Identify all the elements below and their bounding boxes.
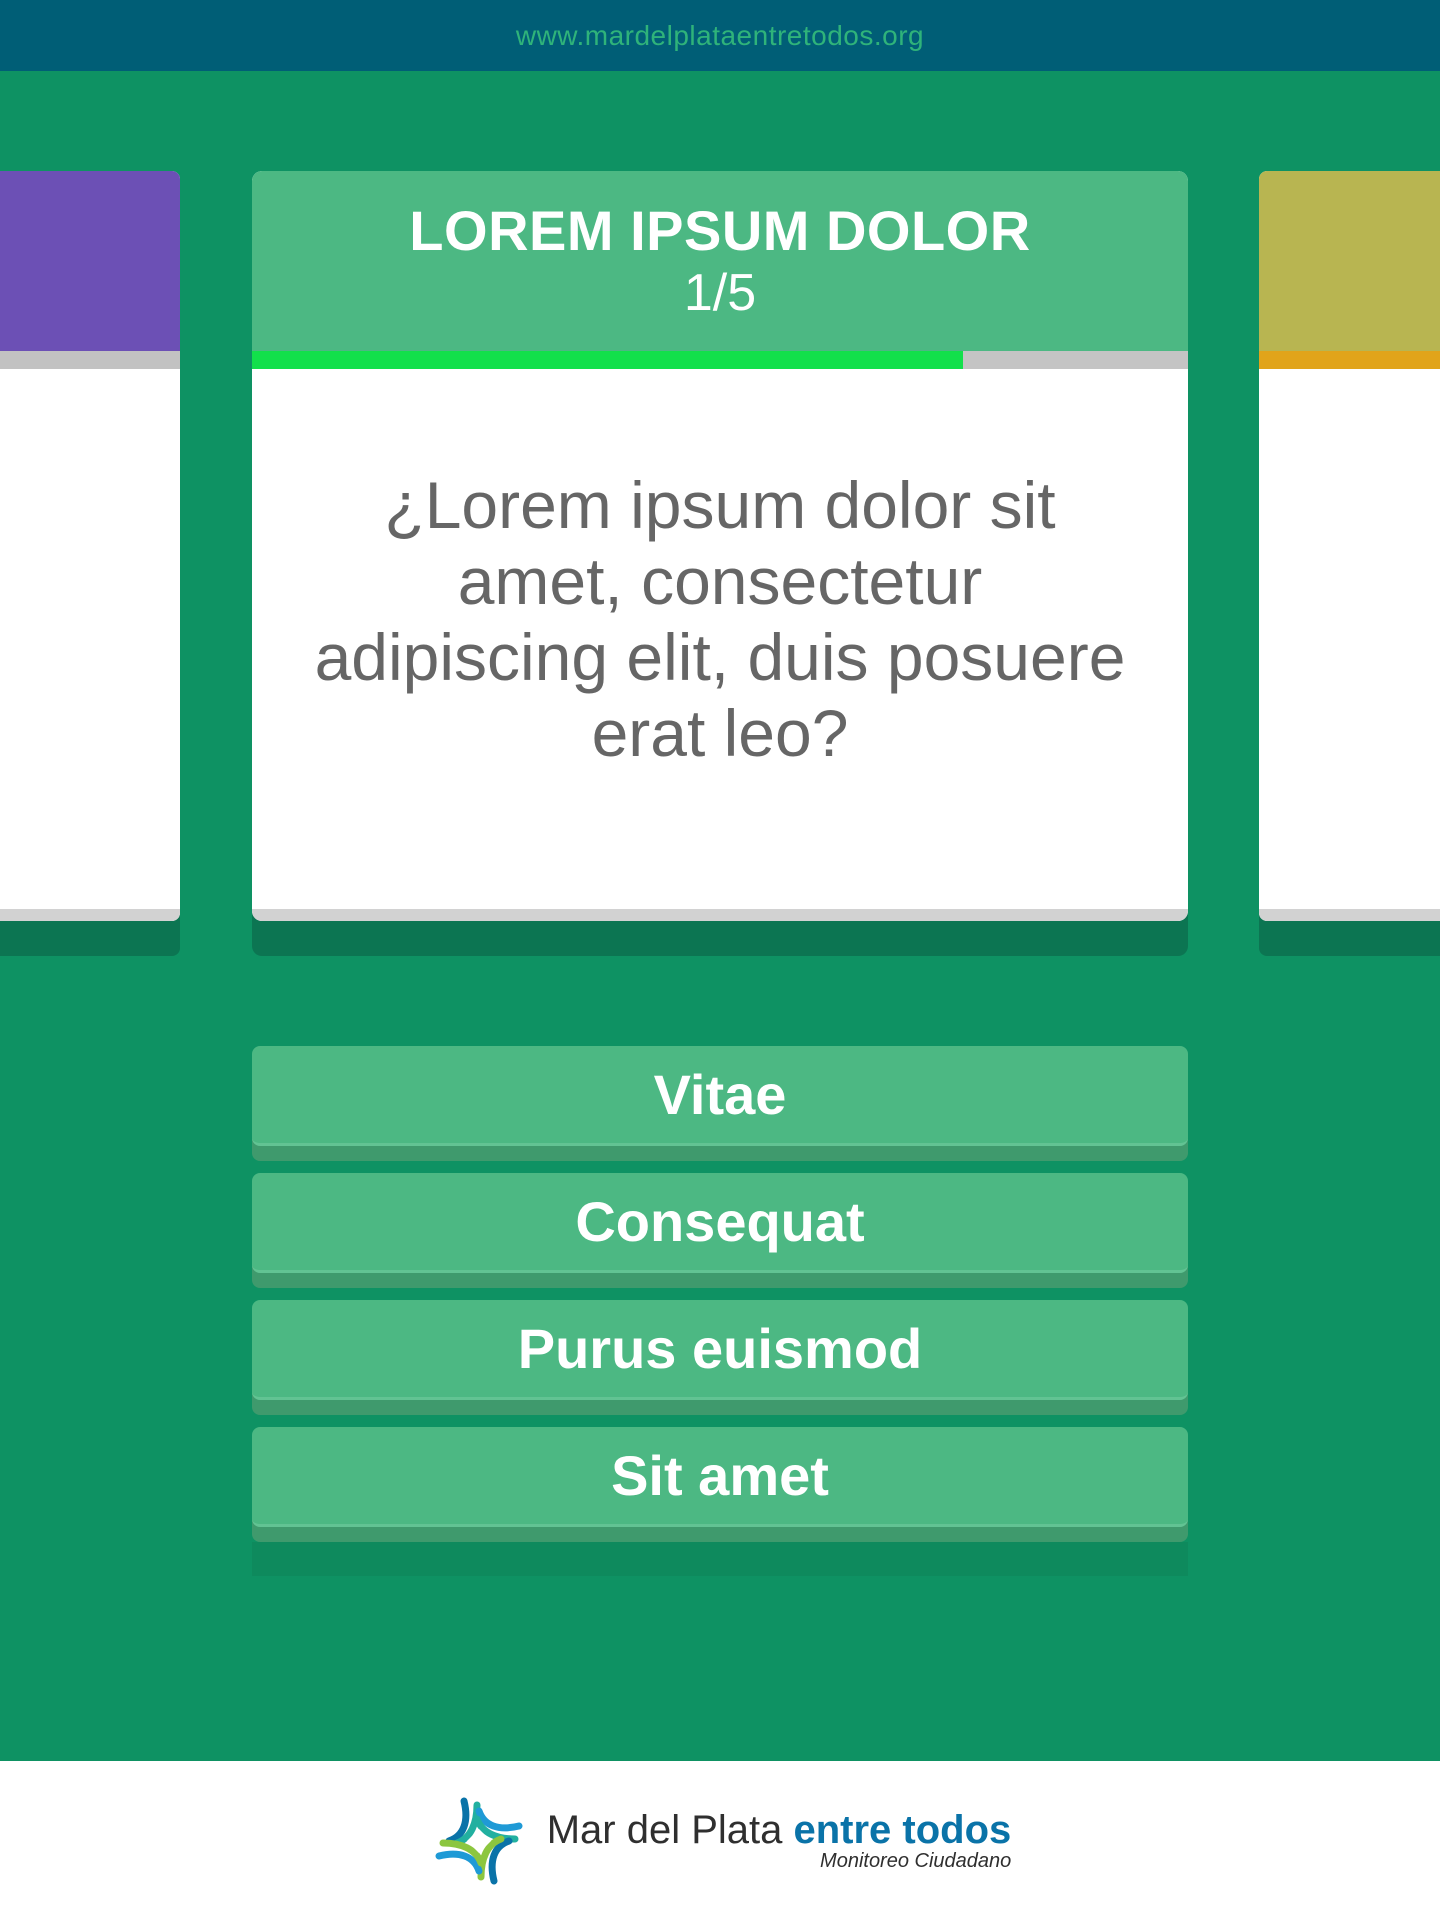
brand-logo[interactable]: Mar del Plata entre todos Monitoreo Ciud… [429, 1791, 1012, 1891]
card-bottom-edge [1259, 909, 1440, 921]
answer-label: Vitae [252, 1046, 1188, 1146]
card-header [1259, 171, 1440, 351]
progress-bar-fill [252, 351, 964, 369]
answer-label: Sit amet [252, 1427, 1188, 1527]
answer-button-4[interactable]: Sit amet [252, 1427, 1188, 1542]
answer-label: Purus euismod [252, 1300, 1188, 1400]
card-header [0, 171, 180, 351]
question-counter: 1/5 [683, 264, 757, 322]
question-title: LOREM IPSUM DOLOR [409, 199, 1031, 262]
answer-list: Vitae Consequat Purus euismod Sit amet [252, 1046, 1188, 1576]
question-text: ¿Lorem ipsum dolor sit amet, consectetur… [314, 468, 1126, 770]
answer-label: Consequat [252, 1173, 1188, 1273]
brand-city: Mar del Plata [546, 1808, 794, 1852]
answer-list-shadow [252, 1542, 1188, 1576]
question-header: LOREM IPSUM DOLOR 1/5 [252, 171, 1188, 351]
card-body [1259, 171, 1440, 921]
card-bottom-edge [252, 909, 1188, 921]
brand-wordmark: Mar del Plata entre todos Monitoreo Ciud… [547, 1808, 1012, 1873]
four-arrows-logo-icon [435, 1797, 523, 1884]
brand-accent: entre todos [793, 1808, 1012, 1852]
card-progress-bar [1259, 351, 1440, 369]
next-card[interactable] [1259, 171, 1440, 956]
card-bottom-edge [0, 909, 180, 921]
top-bar: www.mardelplataentretodos.org [0, 0, 1440, 71]
card-body: LOREM IPSUM DOLOR 1/5 ¿Lorem ipsum dolor… [252, 171, 1188, 921]
answer-button-1[interactable]: Vitae [252, 1046, 1188, 1161]
quiz-area: LOREM IPSUM DOLOR 1/5 ¿Lorem ipsum dolor… [0, 71, 1440, 1761]
brand-tagline: Monitoreo Ciudadano [820, 1850, 1012, 1872]
answer-button-2[interactable]: Consequat [252, 1173, 1188, 1288]
card-body [0, 171, 180, 921]
footer: Mar del Plata entre todos Monitoreo Ciud… [0, 1761, 1440, 1920]
answer-button-3[interactable]: Purus euismod [252, 1300, 1188, 1415]
card-progress-bar [0, 351, 180, 369]
question-card: LOREM IPSUM DOLOR 1/5 ¿Lorem ipsum dolor… [252, 171, 1188, 956]
website-link[interactable]: www.mardelplataentretodos.org [516, 20, 924, 52]
brand-name: Mar del Plata entre todos [547, 1808, 1012, 1852]
previous-card[interactable] [0, 171, 180, 956]
progress-bar [252, 351, 1188, 369]
